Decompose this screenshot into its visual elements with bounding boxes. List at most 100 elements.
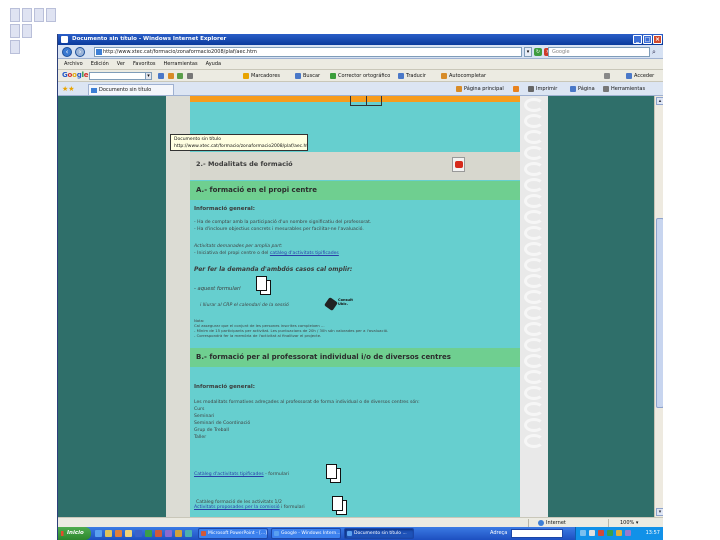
tools-menu-button[interactable]: Herramientas — [603, 82, 645, 96]
quicklaunch-ie-icon[interactable] — [95, 530, 102, 537]
vertical-scrollbar[interactable]: ▴ ▾ — [654, 96, 663, 517]
section-b-info-heading: Informació general: — [194, 384, 255, 390]
google-search-dropdown[interactable]: ▾ — [145, 72, 152, 80]
menu-herramientas[interactable]: Herramientas — [164, 59, 198, 70]
quicklaunch-word-icon[interactable] — [135, 530, 142, 537]
toolbar-bookmarks[interactable]: Marcadores — [243, 70, 280, 82]
rss-icon[interactable] — [513, 82, 521, 96]
section-b-intro: Les modalitats formatives adreçades al p… — [194, 400, 420, 405]
toolbar-translate[interactable]: Traducir — [398, 70, 426, 82]
section-title: 2.- Modalitats de formació — [196, 160, 293, 168]
demand-heading: Per fer la demanda d'ambdós casos cal om… — [194, 266, 353, 273]
taskbar-address-label: Adreça — [490, 530, 508, 536]
address-dropdown-button[interactable]: ▾ — [524, 47, 532, 57]
forward-button[interactable]: › — [75, 47, 85, 57]
tray-security-icon[interactable] — [598, 530, 604, 536]
print-button[interactable]: Imprimir — [528, 82, 557, 96]
popup-icon[interactable] — [167, 72, 174, 79]
menu-ver[interactable]: Ver — [117, 59, 125, 70]
menu-edicion[interactable]: Edición — [91, 59, 109, 70]
offer-line: - Iniciativa del propi centre o del catà… — [194, 251, 339, 256]
translate-icon — [398, 72, 404, 79]
scroll-up-icon[interactable]: ▴ — [656, 97, 663, 105]
menu-archivo[interactable]: Archivo — [64, 59, 83, 70]
quicklaunch-app-icon[interactable] — [165, 530, 172, 537]
page-rank-icon[interactable] — [186, 72, 193, 79]
maximize-button[interactable]: □ — [643, 35, 652, 44]
page-menu-button[interactable]: Página — [570, 82, 595, 96]
task-powerpoint[interactable]: Microsoft PowerPoint - [...] — [198, 528, 268, 539]
gear-icon — [603, 85, 609, 92]
google-search-input[interactable] — [89, 72, 151, 80]
taskbar: Inicio Microsoft PowerPoint - [...] Goog… — [58, 527, 663, 540]
tooltip: Documento sin título http://www.xtec.cat… — [170, 134, 308, 151]
address-input[interactable]: http://www.xtec.cat/formacio/zonaformaci… — [94, 47, 522, 57]
quicklaunch-app-icon[interactable] — [175, 530, 182, 537]
quicklaunch-desktop-icon[interactable] — [105, 530, 112, 537]
minimize-button[interactable]: _ — [633, 35, 642, 44]
tray-network-icon[interactable] — [580, 530, 586, 536]
toolbar-autofill[interactable]: Autocompletar — [441, 70, 486, 82]
catalog-form-icon[interactable] — [326, 464, 342, 484]
search-icon[interactable]: ⌕ — [652, 48, 661, 56]
quicklaunch-media-icon[interactable] — [115, 530, 122, 537]
back-button[interactable]: ‹ — [62, 47, 72, 57]
consult-icon[interactable]: Consult Ubic. — [324, 297, 354, 311]
address-url: http://www.xtec.cat/formacio/zonaformaci… — [103, 49, 257, 55]
tray-app-icon[interactable] — [607, 530, 613, 536]
start-button[interactable]: Inicio — [58, 527, 91, 540]
scroll-down-icon[interactable]: ▾ — [656, 508, 663, 516]
tray-app-icon[interactable] — [616, 530, 622, 536]
note-line: - Correspondrà fer la memòria de l'activ… — [194, 333, 322, 338]
scroll-thumb[interactable] — [656, 218, 663, 408]
address-row: ‹ › http://www.xtec.cat/formacio/zonafor… — [58, 45, 663, 59]
status-bar: Internet 100% ▾ — [58, 517, 663, 527]
proposed-form-icon[interactable] — [332, 496, 348, 516]
deco-square — [10, 24, 20, 38]
spellcheck-icon — [330, 72, 336, 79]
menu-ayuda[interactable]: Ayuda — [206, 59, 221, 70]
quicklaunch-ppt-icon[interactable] — [155, 530, 162, 537]
deco-square — [46, 8, 56, 22]
quicklaunch-folder-icon[interactable] — [125, 530, 132, 537]
title-bar: Documento sin título - Windows Internet … — [58, 34, 663, 45]
taskbar-address-input[interactable] — [511, 529, 563, 538]
task-documento[interactable]: Documento sin título ... — [344, 528, 414, 539]
page-left-margin — [166, 96, 190, 517]
tab-documento[interactable]: Documento sin título — [88, 84, 174, 95]
close-button[interactable]: × — [653, 35, 662, 44]
toolbar-search[interactable]: Buscar — [295, 70, 320, 82]
autofill-icon — [441, 72, 447, 79]
favorites-star-icon[interactable]: ★★ — [62, 85, 75, 93]
catalog-link[interactable]: catàleg d'activitats tipificades — [270, 251, 339, 256]
refresh-icon[interactable]: ↻ — [534, 48, 542, 56]
form-document-icon[interactable] — [256, 276, 272, 296]
quicklaunch-excel-icon[interactable] — [145, 530, 152, 537]
offer-lead: Activitats demanades per amplia part: — [194, 244, 283, 249]
tray-volume-icon[interactable] — [589, 530, 595, 536]
clock: 13:57 — [645, 530, 660, 536]
google-toolbar: Google ▾ Marcadores Buscar Corrector ort… — [58, 70, 663, 82]
browser-screenshot: Documento sin título - Windows Internet … — [57, 34, 663, 540]
quicklaunch-app-icon[interactable] — [185, 530, 192, 537]
slide: Documento sin título - Windows Internet … — [0, 0, 720, 540]
section-b-bar: B.- formació per al professorat individu… — [190, 348, 520, 367]
task-google-ie[interactable]: Google - Windows Intern... — [271, 528, 341, 539]
page-viewport: Documento sin título http://www.xtec.cat… — [58, 96, 663, 517]
highlight-icon[interactable] — [177, 72, 184, 79]
pdf-icon[interactable] — [452, 157, 465, 172]
deco-square — [10, 8, 20, 22]
menu-favoritos[interactable]: Favoritos — [133, 59, 156, 70]
section-a-bar: A.- formació en el propi centre — [190, 181, 520, 200]
search-placeholder: Google — [552, 49, 570, 55]
search-input[interactable]: Google — [548, 47, 650, 57]
web-search-icon[interactable] — [158, 72, 164, 79]
tray-app-icon[interactable] — [625, 530, 631, 536]
catalog-link[interactable]: Catàleg d'activitats tipificades — [194, 472, 264, 477]
toolbar-wrench[interactable] — [604, 70, 612, 82]
ie-icon — [61, 36, 68, 43]
toolbar-signin[interactable]: Acceder — [626, 70, 654, 82]
home-button[interactable]: Página principal — [456, 82, 504, 96]
toolbar-spellcheck[interactable]: Corrector ortográfico — [330, 70, 390, 82]
page-icon — [570, 85, 576, 92]
